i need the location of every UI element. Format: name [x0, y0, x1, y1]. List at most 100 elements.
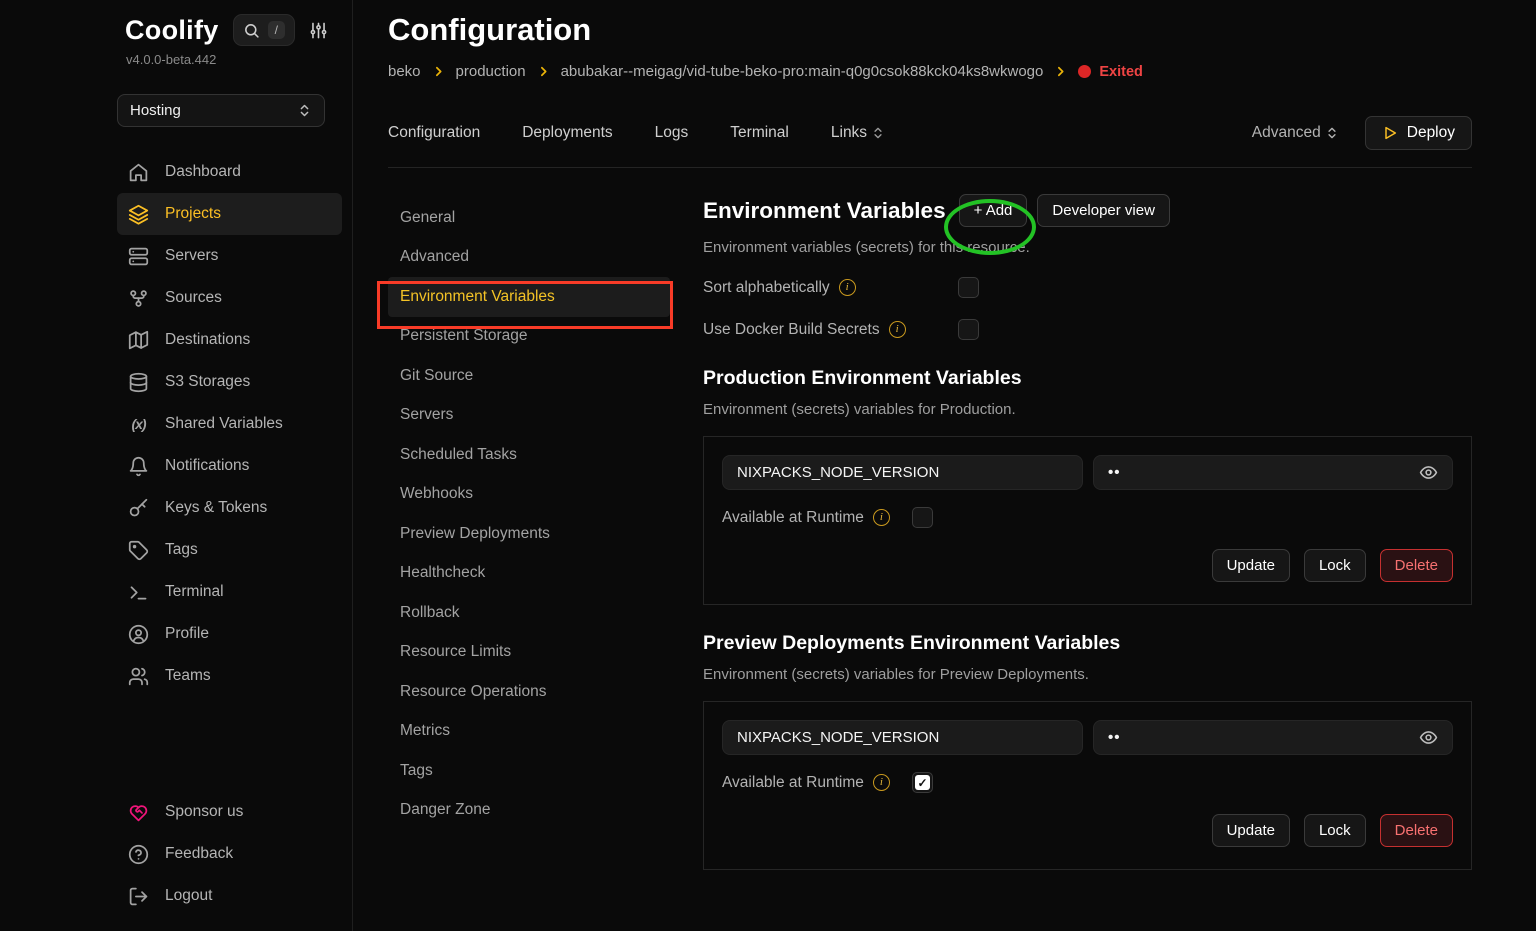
- delete-button[interactable]: Delete: [1380, 814, 1453, 847]
- variable-name-input[interactable]: NIXPACKS_NODE_VERSION: [722, 720, 1083, 755]
- search-button[interactable]: /: [233, 14, 295, 46]
- available-at-runtime-checkbox[interactable]: [912, 772, 933, 793]
- breadcrumb-team[interactable]: beko: [388, 63, 421, 80]
- sidebar-item-sponsor[interactable]: Sponsor us: [117, 791, 342, 833]
- submenu-item-environment-variables[interactable]: Environment Variables: [388, 277, 670, 317]
- chevron-right-icon: [432, 65, 445, 78]
- sidebar-nav: Dashboard Projects Servers Sources Desti…: [117, 151, 342, 697]
- developer-view-button[interactable]: Developer view: [1037, 194, 1170, 227]
- submenu-item-rollback[interactable]: Rollback: [388, 593, 703, 633]
- logout-icon: [128, 886, 149, 907]
- team-selector[interactable]: Hosting: [117, 94, 325, 127]
- sidebar-item-feedback[interactable]: Feedback: [117, 833, 342, 875]
- sidebar-item-servers[interactable]: Servers: [117, 235, 342, 277]
- sidebar-item-keys-tokens[interactable]: Keys & Tokens: [117, 487, 342, 529]
- submenu-item-resource-limits[interactable]: Resource Limits: [388, 633, 703, 673]
- lock-button[interactable]: Lock: [1304, 549, 1366, 582]
- submenu-item-servers[interactable]: Servers: [388, 396, 703, 436]
- tab-logs[interactable]: Logs: [655, 124, 689, 142]
- sort-alphabetically-label: Sort alphabetically: [703, 279, 830, 297]
- brand-row: Coolify /: [125, 14, 342, 46]
- eye-icon[interactable]: [1419, 728, 1438, 747]
- masked-value: ••: [1108, 464, 1121, 481]
- preview-variable-card: NIXPACKS_NODE_VERSION •• Available at Ru…: [703, 701, 1472, 870]
- tab-configuration[interactable]: Configuration: [388, 124, 480, 142]
- tab-terminal[interactable]: Terminal: [730, 124, 789, 142]
- breadcrumb-environment[interactable]: production: [456, 63, 526, 80]
- preview-env-heading: Preview Deployments Environment Variable…: [703, 632, 1472, 655]
- sidebar-footer-nav: Sponsor us Feedback Logout: [117, 791, 342, 917]
- users-icon: [128, 666, 149, 687]
- submenu-item-advanced[interactable]: Advanced: [388, 238, 703, 278]
- sidebar-item-notifications[interactable]: Notifications: [117, 445, 342, 487]
- search-shortcut-kbd: /: [268, 21, 285, 39]
- config-submenu: General Advanced Environment Variables P…: [388, 186, 703, 870]
- add-variable-button[interactable]: + Add: [959, 194, 1028, 227]
- submenu-item-git-source[interactable]: Git Source: [388, 356, 703, 396]
- play-icon: [1382, 125, 1398, 141]
- git-fork-icon: [128, 288, 149, 309]
- coolify-app-window: Coolify / v4.0.0-beta.442 Hosting Dashbo…: [0, 0, 1536, 931]
- sliders-icon[interactable]: [309, 21, 328, 40]
- sidebar-item-destinations[interactable]: Destinations: [117, 319, 342, 361]
- advanced-dropdown[interactable]: Advanced: [1252, 124, 1339, 142]
- tab-links[interactable]: Links: [831, 124, 885, 142]
- info-icon: i: [889, 321, 906, 338]
- bell-icon: [128, 456, 149, 477]
- eye-icon[interactable]: [1419, 463, 1438, 482]
- sidebar-item-dashboard[interactable]: Dashboard: [117, 151, 342, 193]
- submenu-item-preview-deployments[interactable]: Preview Deployments: [388, 514, 703, 554]
- variable-name-input[interactable]: NIXPACKS_NODE_VERSION: [722, 455, 1083, 490]
- sort-alphabetically-checkbox[interactable]: [958, 277, 979, 298]
- update-button[interactable]: Update: [1212, 814, 1290, 847]
- search-icon: [243, 22, 260, 39]
- map-icon: [128, 330, 149, 351]
- deploy-button[interactable]: Deploy: [1365, 116, 1472, 150]
- breadcrumb-resource[interactable]: abubakar--meigag/vid-tube-beko-pro:main-…: [561, 63, 1044, 80]
- sidebar-item-profile[interactable]: Profile: [117, 613, 342, 655]
- submenu-item-tags[interactable]: Tags: [388, 751, 703, 791]
- sidebar-item-teams[interactable]: Teams: [117, 655, 342, 697]
- submenu-item-scheduled-tasks[interactable]: Scheduled Tasks: [388, 435, 703, 475]
- preview-env-description: Environment (secrets) variables for Prev…: [703, 666, 1472, 683]
- info-icon: i: [873, 774, 890, 791]
- sidebar-item-tags[interactable]: Tags: [117, 529, 342, 571]
- submenu-item-healthcheck[interactable]: Healthcheck: [388, 554, 703, 594]
- database-icon: [128, 372, 149, 393]
- available-at-runtime-checkbox[interactable]: [912, 507, 933, 528]
- home-icon: [128, 162, 149, 183]
- submenu-item-resource-operations[interactable]: Resource Operations: [388, 672, 703, 712]
- available-at-runtime-row: Available at Runtime i: [722, 507, 1453, 528]
- breadcrumb: beko production abubakar--meigag/vid-tub…: [388, 63, 1472, 80]
- production-env-description: Environment (secrets) variables for Prod…: [703, 401, 1472, 418]
- tag-icon: [128, 540, 149, 561]
- submenu-item-persistent-storage[interactable]: Persistent Storage: [388, 317, 703, 357]
- tab-deployments[interactable]: Deployments: [522, 124, 612, 142]
- sidebar-item-sources[interactable]: Sources: [117, 277, 342, 319]
- server-icon: [128, 246, 149, 267]
- variable-value-input[interactable]: ••: [1093, 455, 1453, 490]
- variable-value-input[interactable]: ••: [1093, 720, 1453, 755]
- app-logo: Coolify: [125, 15, 219, 46]
- docker-build-secrets-label: Use Docker Build Secrets: [703, 321, 880, 339]
- terminal-icon: [128, 582, 149, 603]
- submenu-item-webhooks[interactable]: Webhooks: [388, 475, 703, 515]
- app-version: v4.0.0-beta.442: [126, 52, 342, 67]
- docker-build-secrets-checkbox[interactable]: [958, 319, 979, 340]
- status-label: Exited: [1099, 64, 1143, 80]
- update-button[interactable]: Update: [1212, 549, 1290, 582]
- submenu-item-general[interactable]: General: [388, 198, 703, 238]
- info-icon: i: [839, 279, 856, 296]
- sidebar-item-logout[interactable]: Logout: [117, 875, 342, 917]
- production-variable-card: NIXPACKS_NODE_VERSION •• Available at Ru…: [703, 436, 1472, 605]
- sidebar-item-shared-variables[interactable]: (x) Shared Variables: [117, 403, 342, 445]
- chevrons-up-down-icon: [1325, 126, 1339, 140]
- masked-value: ••: [1108, 729, 1121, 746]
- sidebar-item-s3-storages[interactable]: S3 Storages: [117, 361, 342, 403]
- lock-button[interactable]: Lock: [1304, 814, 1366, 847]
- delete-button[interactable]: Delete: [1380, 549, 1453, 582]
- sidebar-item-projects[interactable]: Projects: [117, 193, 342, 235]
- submenu-item-metrics[interactable]: Metrics: [388, 712, 703, 752]
- submenu-item-danger-zone[interactable]: Danger Zone: [388, 791, 703, 831]
- sidebar-item-terminal[interactable]: Terminal: [117, 571, 342, 613]
